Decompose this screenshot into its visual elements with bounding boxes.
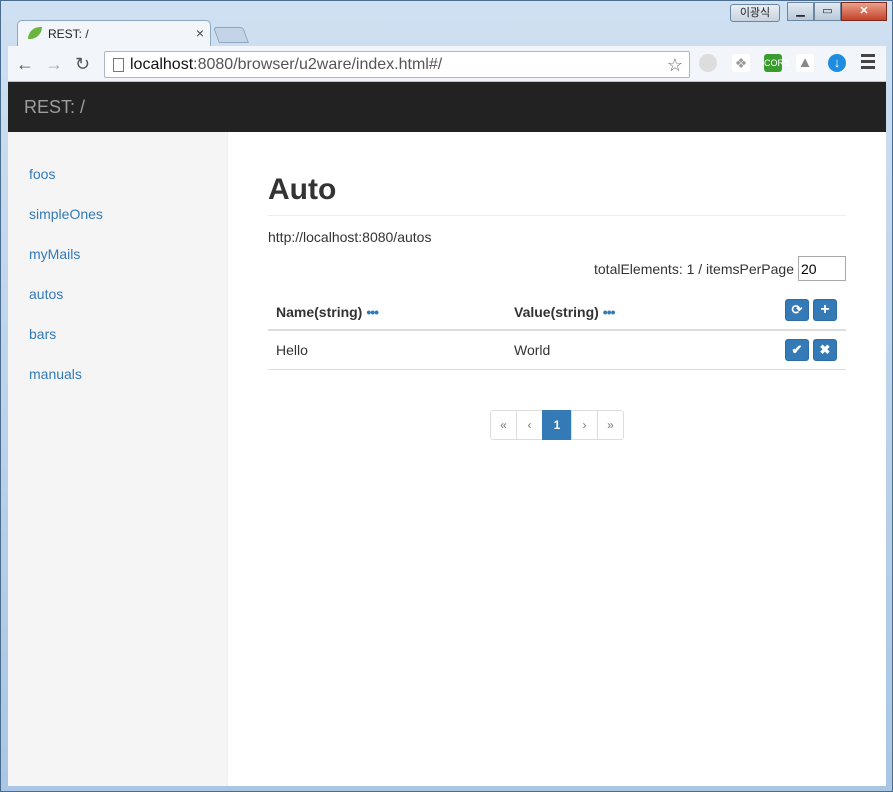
page-last-button[interactable]: » xyxy=(597,410,624,440)
add-button[interactable]: + xyxy=(813,299,837,321)
browser-window: REST: / × 이광식 ▁ ▭ ✕ ← → ↻ localhost:8080… xyxy=(0,0,893,792)
dropbox-icon[interactable]: ❖ xyxy=(732,54,750,72)
page-current-button[interactable]: 1 xyxy=(542,410,572,440)
spring-leaf-icon xyxy=(28,27,42,39)
cors-extension-icon[interactable]: CORS xyxy=(764,54,790,72)
page-icon xyxy=(113,58,124,72)
column-menu-icon[interactable]: ••• xyxy=(366,304,379,320)
download-icon[interactable]: ↓ xyxy=(828,54,846,72)
forward-arrow-icon[interactable]: → xyxy=(45,54,63,75)
window-controls: ▁ ▭ ✕ xyxy=(787,2,887,22)
title-bar: REST: / × 이광식 ▁ ▭ ✕ xyxy=(1,1,892,47)
column-menu-icon[interactable]: ••• xyxy=(603,304,616,320)
new-tab-button[interactable] xyxy=(213,27,249,43)
page-first-button[interactable]: « xyxy=(490,410,517,440)
refresh-button[interactable]: ⟳ xyxy=(785,299,809,321)
tab-close-icon[interactable]: × xyxy=(196,25,204,41)
url-text: localhost:8080/browser/u2ware/index.html… xyxy=(130,56,442,74)
api-url: http://localhost:8080/autos xyxy=(268,229,432,245)
bookmark-star-icon[interactable]: ☆ xyxy=(667,55,683,76)
address-bar[interactable]: localhost:8080/browser/u2ware/index.html… xyxy=(104,51,690,78)
user-profile-button[interactable]: 이광식 xyxy=(730,4,780,22)
browser-toolbar: ← → ↻ localhost:8080/browser/u2ware/inde… xyxy=(8,46,886,82)
delete-x-button[interactable]: ✖ xyxy=(813,339,837,361)
cell-value: World xyxy=(514,342,551,358)
browser-tab[interactable]: REST: / × xyxy=(17,20,211,47)
navbar-brand[interactable]: REST: / xyxy=(24,97,85,118)
tab-title: REST: / xyxy=(48,27,89,41)
confirm-check-button[interactable]: ✔ xyxy=(785,339,809,361)
table-row: Hello World ✔ ✖ xyxy=(268,331,846,370)
sidebar: foos simpleOnes myMails autos bars manua… xyxy=(8,132,228,786)
page-title: Auto xyxy=(268,173,337,206)
minimize-button[interactable]: ▁ xyxy=(787,2,814,21)
sidebar-item-manuals[interactable]: manuals xyxy=(29,366,82,382)
sidebar-item-autos[interactable]: autos xyxy=(29,286,63,302)
page-prev-button[interactable]: ‹ xyxy=(516,410,543,440)
sidebar-item-foos[interactable]: foos xyxy=(29,166,55,182)
pagination: « ‹ 1 › » xyxy=(490,410,624,440)
extension-icon[interactable] xyxy=(699,54,717,72)
title-divider xyxy=(268,215,846,216)
page-content: REST: / foos simpleOnes myMails autos ba… xyxy=(8,82,886,786)
drive-icon[interactable]: ▲ xyxy=(796,54,814,72)
url-host: localhost xyxy=(130,56,194,73)
items-per-page-input[interactable] xyxy=(798,256,846,281)
cell-name: Hello xyxy=(276,342,308,358)
top-navbar: REST: / xyxy=(8,82,886,132)
column-value-label: Value(string) xyxy=(514,304,599,320)
column-header-value: Value(string) ••• xyxy=(514,304,615,320)
paging-info: totalElements: 1 / itemsPerPage xyxy=(594,256,846,281)
page-next-button[interactable]: › xyxy=(571,410,598,440)
reload-icon[interactable]: ↻ xyxy=(75,54,90,75)
total-elements-label: totalElements: 1 / itemsPerPage xyxy=(594,260,794,277)
sidebar-item-mymails[interactable]: myMails xyxy=(29,246,80,262)
column-header-name: Name(string) ••• xyxy=(276,304,379,320)
sidebar-item-simpleones[interactable]: simpleOnes xyxy=(29,206,103,222)
maximize-button[interactable]: ▭ xyxy=(814,2,841,21)
sidebar-item-bars[interactable]: bars xyxy=(29,326,56,342)
data-table: Name(string) ••• Value(string) ••• ⟳ + Hel… xyxy=(268,294,846,370)
column-name-label: Name(string) xyxy=(276,304,363,320)
close-window-button[interactable]: ✕ xyxy=(841,2,887,21)
table-header: Name(string) ••• Value(string) ••• ⟳ + xyxy=(268,294,846,331)
browser-menu-icon[interactable] xyxy=(861,54,875,72)
url-path: :8080/browser/u2ware/index.html#/ xyxy=(193,56,443,73)
back-arrow-icon[interactable]: ← xyxy=(16,54,34,75)
